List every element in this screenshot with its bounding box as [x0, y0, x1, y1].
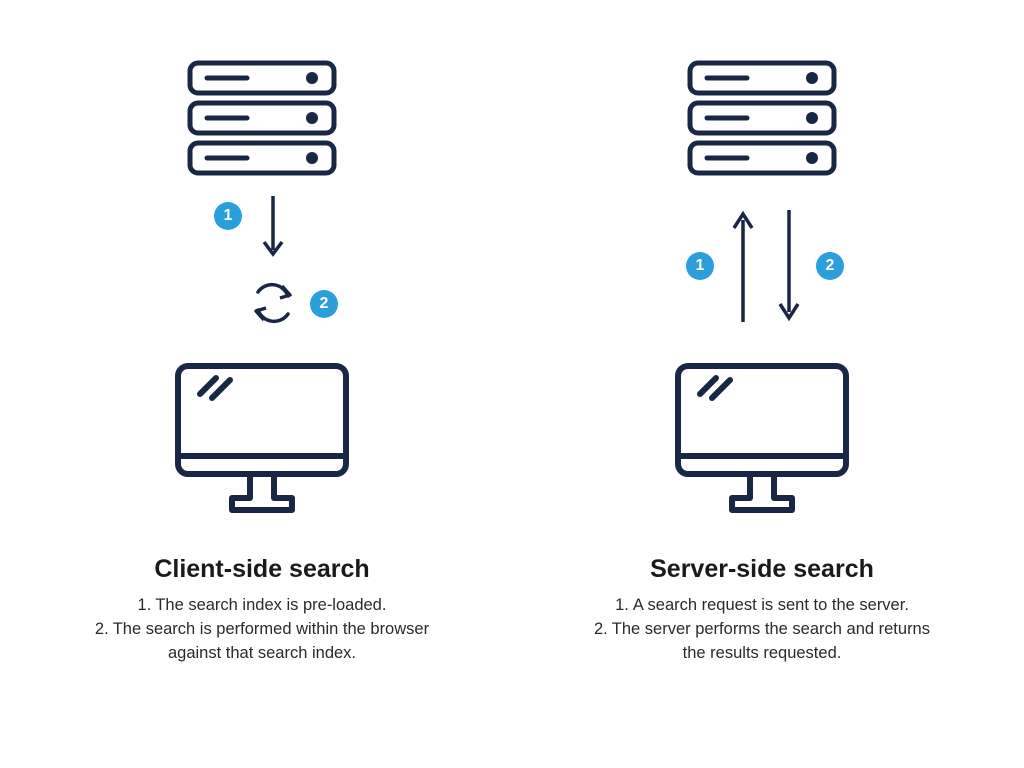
- server-caption: Server-side search 1.A search request is…: [582, 555, 942, 666]
- server-step-1: 1.A search request is sent to the server…: [590, 594, 934, 618]
- monitor-icon: [172, 360, 352, 525]
- client-caption: Client-side search 1.The search index is…: [82, 555, 442, 666]
- client-step-2: 2.The search is performed within the bro…: [90, 618, 434, 666]
- server-icon: [187, 60, 337, 176]
- client-step-1: 1.The search index is pre-loaded.: [90, 594, 434, 618]
- server-flow-area: 1 2: [662, 186, 862, 346]
- client-title: Client-side search: [90, 555, 434, 584]
- client-side-column: 1 2: [82, 60, 442, 666]
- server-unit-icon: [687, 60, 837, 96]
- server-side-column: 1 2 Server-side search: [582, 60, 942, 666]
- arrow-up-icon: [728, 206, 758, 326]
- step-badge-1: 1: [214, 202, 242, 230]
- monitor-icon: [672, 360, 852, 525]
- server-unit-icon: [187, 140, 337, 176]
- diagram-container: 1 2: [0, 0, 1024, 666]
- server-unit-icon: [187, 100, 337, 136]
- client-steps-list: 1.The search index is pre-loaded. 2.The …: [90, 594, 434, 666]
- server-unit-icon: [187, 60, 337, 96]
- step-badge-2: 2: [816, 252, 844, 280]
- step-badge-1: 1: [686, 252, 714, 280]
- arrow-down-icon: [258, 192, 288, 262]
- refresh-icon: [248, 278, 298, 328]
- server-steps-list: 1.A search request is sent to the server…: [590, 594, 934, 666]
- arrow-down-icon: [774, 206, 804, 326]
- server-title: Server-side search: [590, 555, 934, 584]
- server-icon: [687, 60, 837, 176]
- server-unit-icon: [687, 100, 837, 136]
- client-flow-area: 1 2: [162, 186, 362, 346]
- step-badge-2: 2: [310, 290, 338, 318]
- server-step-2: 2.The server performs the search and ret…: [590, 618, 934, 666]
- server-unit-icon: [687, 140, 837, 176]
